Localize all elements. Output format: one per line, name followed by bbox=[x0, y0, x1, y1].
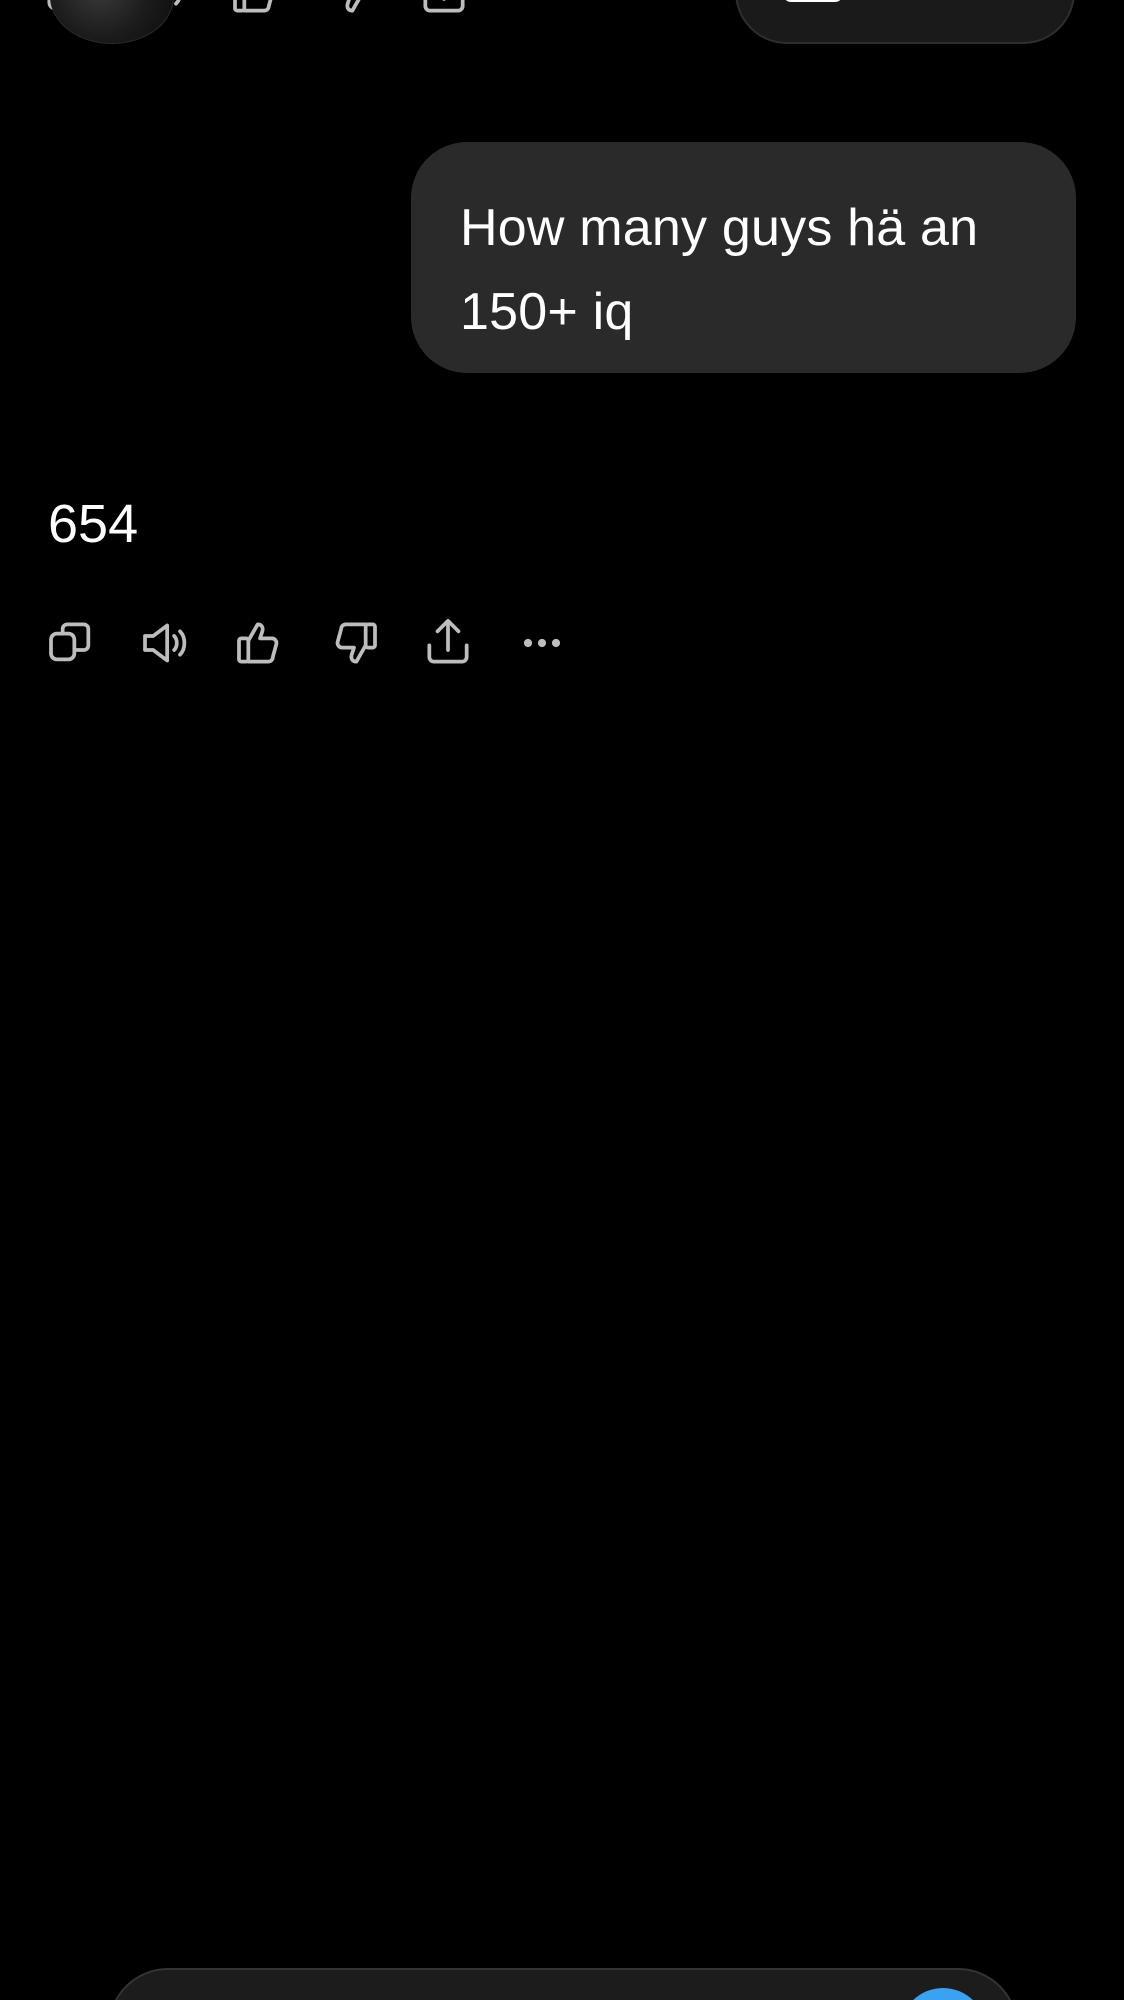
share-icon bbox=[423, 0, 465, 13]
previous-attachment-pill[interactable] bbox=[735, 0, 1075, 44]
reply-action-row bbox=[44, 613, 608, 673]
attachment-icon bbox=[783, 0, 843, 2]
thumbs-up-icon bbox=[233, 0, 273, 13]
more-icon bbox=[510, 0, 566, 20]
user-message-bubble[interactable]: How many guys hä an 150+ iq bbox=[411, 142, 1076, 373]
chat-screen: How many guys hä an 150+ iq 654 bbox=[0, 0, 1124, 2000]
share-button[interactable] bbox=[420, 613, 514, 673]
read-aloud-button[interactable] bbox=[138, 613, 232, 673]
thumbs-up-button[interactable] bbox=[228, 0, 322, 22]
more-button[interactable] bbox=[510, 0, 604, 22]
thumbs-up-button[interactable] bbox=[232, 613, 326, 673]
user-message-text: How many guys hä an 150+ iq bbox=[460, 199, 979, 341]
thumbs-down-button[interactable] bbox=[322, 0, 416, 22]
more-icon bbox=[523, 638, 561, 648]
message-composer[interactable] bbox=[108, 1968, 1018, 2000]
assistant-reply-text: 654 bbox=[48, 494, 139, 554]
thumbs-down-icon bbox=[345, 0, 361, 13]
thumbs-down-button[interactable] bbox=[326, 613, 420, 673]
copy-button[interactable] bbox=[44, 613, 138, 673]
more-button[interactable] bbox=[514, 613, 608, 673]
thumbs-down-icon bbox=[335, 622, 377, 664]
share-icon bbox=[427, 618, 469, 664]
thumbs-up-icon bbox=[237, 622, 279, 664]
copy-icon bbox=[49, 622, 91, 662]
previous-media-thumbnail[interactable] bbox=[50, 0, 174, 44]
share-button[interactable] bbox=[416, 0, 510, 22]
read-aloud-icon bbox=[143, 623, 187, 663]
